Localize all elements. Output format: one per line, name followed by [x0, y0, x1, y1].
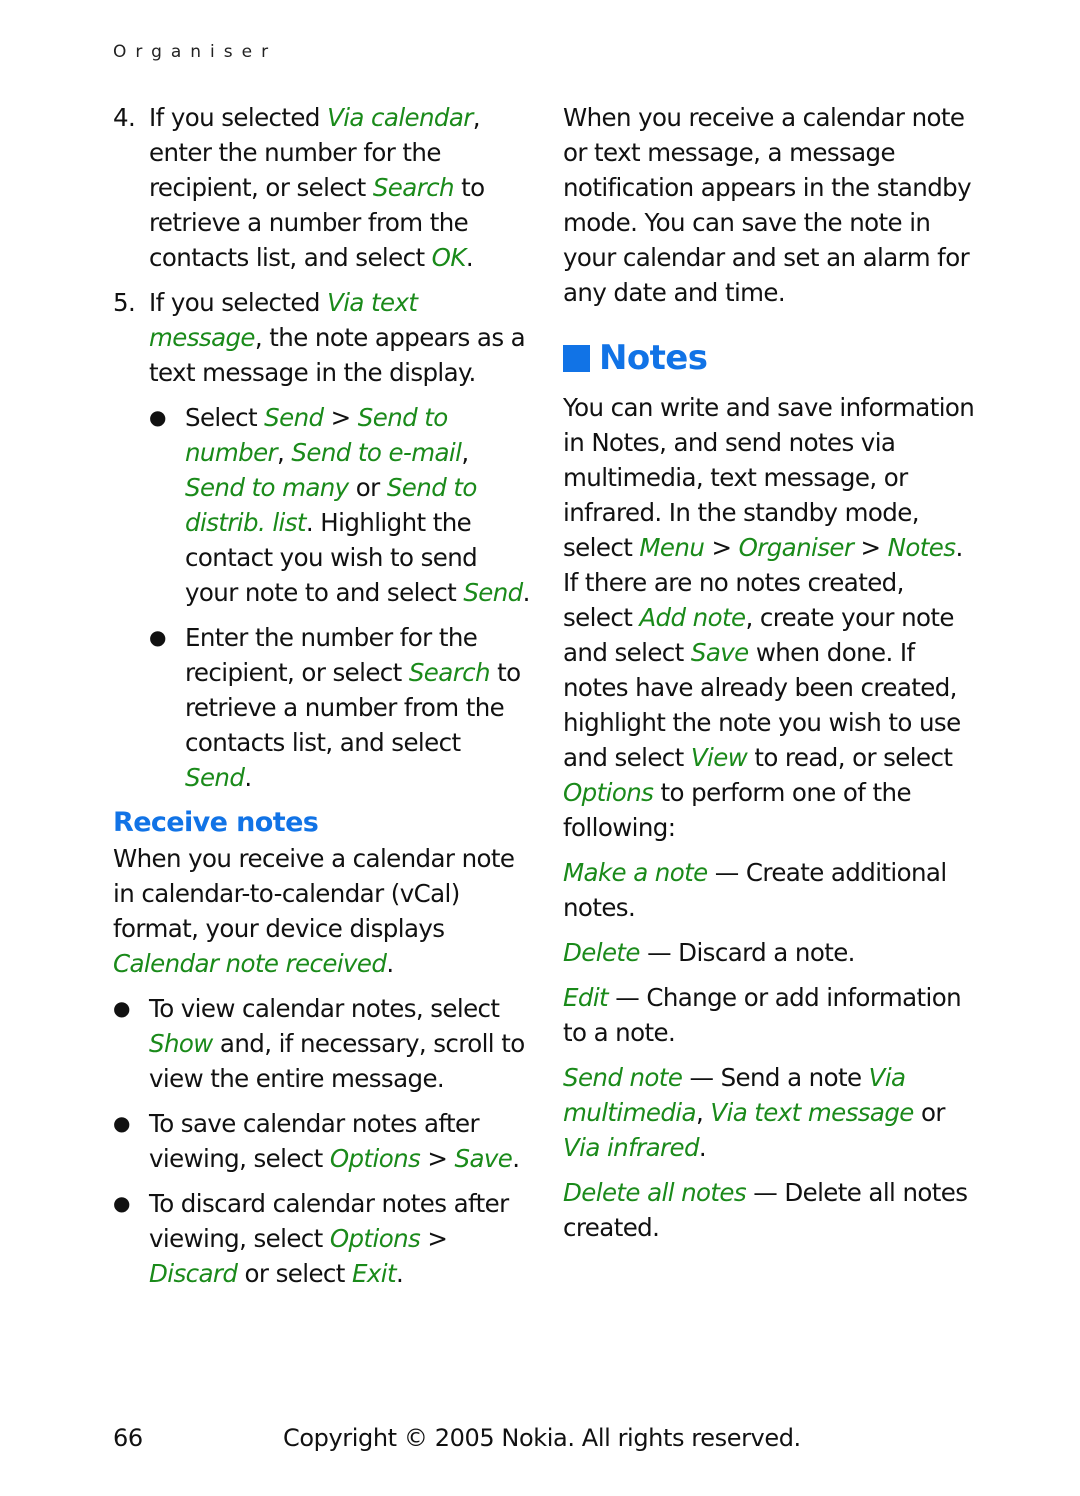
menu-term: Delete	[563, 938, 641, 967]
step-text: If you selected Via text message, the no…	[149, 288, 526, 387]
menu-term: Send	[264, 403, 324, 432]
bullet-item: ● To view calendar notes, select Show an…	[113, 991, 533, 1096]
menu-term: Via calendar	[327, 103, 473, 132]
menu-term: OK	[431, 243, 467, 272]
menu-term: Options	[563, 778, 654, 807]
bullet-text: Enter the number for the recipient, or s…	[185, 623, 521, 792]
menu-term: Via text message	[149, 288, 418, 352]
section-square-icon	[563, 344, 590, 372]
bullet-item: ● Enter the number for the recipient, or…	[149, 620, 533, 795]
running-head: Organiser	[113, 42, 278, 62]
bullet-item: ● To save calendar notes after viewing, …	[113, 1106, 533, 1176]
receive-notes-heading: Receive notes	[113, 807, 319, 838]
option-send-note: Send note — Send a note Via multimedia, …	[563, 1063, 945, 1162]
receive-bullets: ● To view calendar notes, select Show an…	[113, 991, 533, 1291]
step-4: 4. If you selected Via calendar, enter t…	[113, 100, 533, 275]
menu-term: Options	[329, 1224, 421, 1253]
bullet-item: ● Select Send > Send to number, Send to …	[149, 400, 533, 610]
menu-term: Via infrared	[563, 1133, 700, 1162]
menu-term: Notes	[887, 533, 956, 562]
menu-term: Delete all notes	[563, 1178, 747, 1207]
menu-term: Send to many	[185, 473, 349, 502]
continuation-paragraph: When you receive a calendar note or text…	[563, 103, 972, 307]
menu-term: Save	[454, 1144, 513, 1173]
notes-heading-text: Notes	[599, 338, 708, 378]
option-edit: Edit — Change or add information to a no…	[563, 983, 962, 1047]
menu-term: Calendar note received	[113, 949, 387, 978]
bullet-item: ● To discard calendar notes after viewin…	[113, 1186, 533, 1291]
menu-term: Options	[329, 1144, 421, 1173]
menu-term: Search	[372, 173, 455, 202]
receive-intro: When you receive a calendar note in cale…	[113, 844, 515, 978]
menu-term: Exit	[351, 1259, 397, 1288]
bullet-text: To view calendar notes, select Show and,…	[149, 994, 525, 1093]
menu-term: Add note	[639, 603, 746, 632]
menu-term: Search	[408, 658, 491, 687]
step-number: 4.	[113, 103, 136, 132]
bullet-text: To save calendar notes after viewing, se…	[149, 1109, 520, 1173]
option-make-a-note: Make a note — Create additional notes.	[563, 858, 947, 922]
menu-term: Save	[690, 638, 749, 667]
step-5: 5. If you selected Via text message, the…	[113, 285, 533, 390]
option-delete: Delete — Discard a note.	[563, 938, 855, 967]
left-column: 4. If you selected Via calendar, enter t…	[113, 100, 533, 1301]
menu-term: Discard	[149, 1259, 238, 1288]
notes-section-heading: Notes	[563, 338, 978, 378]
menu-term: Edit	[563, 983, 609, 1012]
bullet-icon: ●	[113, 1191, 130, 1215]
bullet-icon: ●	[149, 405, 166, 429]
menu-term: Send to e-mail	[291, 438, 462, 467]
step-5-bullets: ● Select Send > Send to number, Send to …	[149, 400, 533, 795]
option-delete-all-notes: Delete all notes — Delete all notes crea…	[563, 1178, 968, 1242]
copyright-notice: Copyright © 2005 Nokia. All rights reser…	[283, 1424, 801, 1452]
menu-term: Send	[463, 578, 523, 607]
menu-term: Via text message	[710, 1098, 914, 1127]
menu-term: Send note	[563, 1063, 683, 1092]
page-number: 66	[113, 1424, 143, 1452]
bullet-icon: ●	[113, 996, 130, 1020]
menu-term: Make a note	[563, 858, 708, 887]
step-number: 5.	[113, 288, 136, 317]
step-text: If you selected Via calendar, enter the …	[149, 103, 485, 272]
menu-term: Organiser	[738, 533, 854, 562]
menu-term: Send	[185, 763, 245, 792]
bullet-text: To discard calendar notes after viewing,…	[149, 1189, 509, 1288]
bullet-icon: ●	[113, 1111, 130, 1135]
bullet-icon: ●	[149, 625, 166, 649]
menu-term: Show	[149, 1029, 213, 1058]
menu-term: Menu	[639, 533, 705, 562]
bullet-text: Select Send > Send to number, Send to e-…	[185, 403, 530, 607]
right-column: When you receive a calendar note or text…	[563, 100, 978, 1255]
menu-term: View	[690, 743, 748, 772]
notes-intro: You can write and save information in No…	[563, 393, 975, 842]
